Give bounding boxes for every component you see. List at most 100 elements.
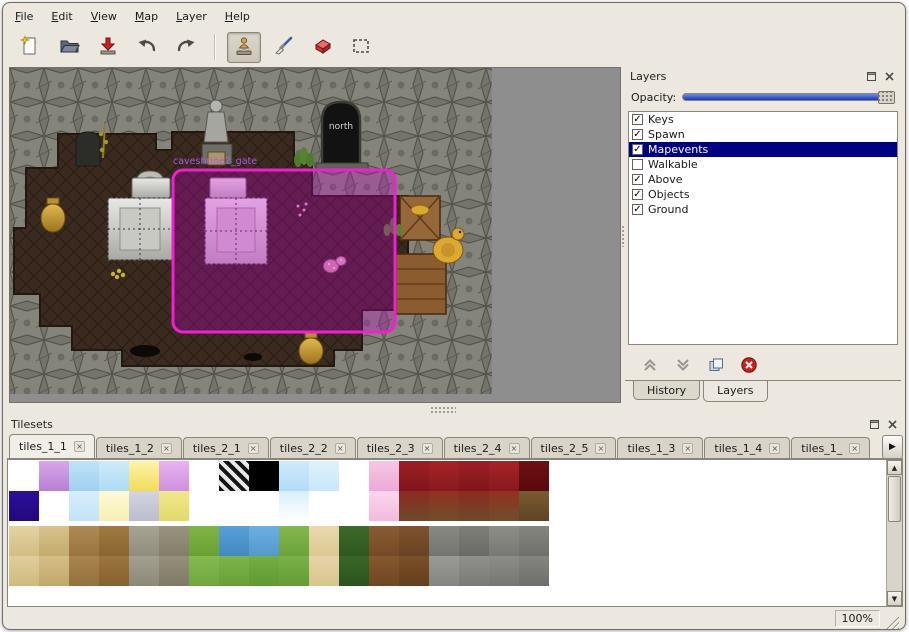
layer-row-objects[interactable]: ✓Objects — [629, 187, 897, 202]
tileset-tile[interactable] — [189, 491, 219, 521]
menu-item-layer[interactable]: Layer — [168, 7, 215, 26]
tileset-tile[interactable] — [459, 461, 489, 491]
tileset-view[interactable]: ▲ ▼ — [7, 459, 903, 607]
tab-close-icon[interactable]: × — [769, 443, 780, 454]
tileset-tile[interactable] — [429, 556, 459, 586]
tileset-tile[interactable] — [459, 491, 489, 521]
tileset-tile[interactable] — [399, 556, 429, 586]
layer-row-spawn[interactable]: ✓Spawn — [629, 127, 897, 142]
tileset-tile[interactable] — [69, 556, 99, 586]
tab-close-icon[interactable]: × — [682, 443, 693, 454]
save-button[interactable] — [91, 32, 125, 63]
opacity-slider[interactable] — [682, 89, 895, 105]
opacity-slider-handle[interactable] — [878, 91, 895, 104]
tileset-tile[interactable] — [39, 491, 69, 521]
scrollbar-thumb[interactable] — [888, 476, 901, 522]
tileset-tile[interactable] — [279, 491, 309, 521]
brush-tool-button[interactable] — [266, 32, 300, 63]
layer-visibility-checkbox[interactable]: ✓ — [632, 174, 643, 185]
tileset-tile[interactable] — [159, 461, 189, 491]
resize-grip[interactable] — [885, 616, 899, 630]
tab-close-icon[interactable]: × — [161, 443, 172, 454]
tileset-tile[interactable] — [219, 491, 249, 521]
tileset-tab-tiles_1_[interactable]: tiles_1_× — [791, 437, 870, 458]
splitter-handle[interactable] — [430, 406, 456, 413]
tileset-tile[interactable] — [459, 526, 489, 556]
tab-close-icon[interactable]: × — [849, 443, 860, 454]
tileset-tile[interactable] — [309, 556, 339, 586]
dock-tab-layers[interactable]: Layers — [703, 381, 767, 402]
dock-tab-history[interactable]: History — [633, 381, 700, 400]
undo-button[interactable] — [130, 32, 164, 63]
tileset-tile[interactable] — [249, 461, 279, 491]
tab-scroll-right-button[interactable]: ▶ — [882, 435, 903, 459]
dock-float-button[interactable] — [864, 69, 878, 83]
map-selection-rect[interactable] — [173, 170, 395, 332]
tileset-tab-tiles_1_3[interactable]: tiles_1_3× — [617, 437, 703, 458]
scrollbar-track[interactable] — [887, 523, 902, 591]
scroll-down-button[interactable]: ▼ — [887, 591, 902, 606]
tileset-tile[interactable] — [369, 556, 399, 586]
layer-row-mapevents[interactable]: ✓Mapevents — [629, 142, 897, 157]
tileset-tile[interactable] — [369, 526, 399, 556]
tileset-tile[interactable] — [369, 491, 399, 521]
tileset-tile[interactable] — [309, 461, 339, 491]
tileset-tile[interactable] — [129, 491, 159, 521]
lower-layer-button[interactable] — [673, 355, 693, 375]
tileset-tile[interactable] — [339, 556, 369, 586]
tileset-tile[interactable] — [279, 556, 309, 586]
tileset-tile[interactable] — [249, 491, 279, 521]
menu-item-file[interactable]: File — [7, 7, 41, 26]
layer-visibility-checkbox[interactable]: ✓ — [632, 129, 643, 140]
delete-layer-button[interactable] — [739, 355, 759, 375]
tileset-tile[interactable] — [429, 526, 459, 556]
tileset-tile[interactable] — [519, 461, 549, 491]
layer-visibility-checkbox[interactable]: ✓ — [632, 204, 643, 215]
tileset-tile[interactable] — [519, 526, 549, 556]
tileset-tile[interactable] — [9, 491, 39, 521]
tileset-tile[interactable] — [69, 461, 99, 491]
layer-visibility-checkbox[interactable] — [632, 159, 643, 170]
layer-row-walkable[interactable]: Walkable — [629, 157, 897, 172]
tileset-tile[interactable] — [249, 556, 279, 586]
layer-row-keys[interactable]: ✓Keys — [629, 112, 897, 127]
tileset-tab-tiles_2_3[interactable]: tiles_2_3× — [357, 437, 443, 458]
tileset-tile[interactable] — [189, 526, 219, 556]
tileset-tab-tiles_1_1[interactable]: tiles_1_1× — [9, 434, 95, 459]
tileset-tile[interactable] — [159, 556, 189, 586]
tileset-tile[interactable] — [39, 526, 69, 556]
tileset-tile[interactable] — [69, 526, 99, 556]
layer-visibility-checkbox[interactable]: ✓ — [632, 114, 643, 125]
select-tool-button[interactable] — [344, 32, 378, 63]
tileset-tile[interactable] — [279, 526, 309, 556]
eraser-tool-button[interactable] — [305, 32, 339, 63]
tileset-tile[interactable] — [99, 461, 129, 491]
tileset-tile[interactable] — [219, 526, 249, 556]
tileset-tile[interactable] — [489, 526, 519, 556]
tileset-tile[interactable] — [459, 556, 489, 586]
tileset-tile[interactable] — [249, 526, 279, 556]
tileset-tile[interactable] — [129, 461, 159, 491]
open-button[interactable] — [52, 32, 86, 63]
tileset-tab-tiles_2_5[interactable]: tiles_2_5× — [531, 437, 617, 458]
layer-visibility-checkbox[interactable]: ✓ — [632, 144, 643, 155]
tab-close-icon[interactable]: × — [509, 443, 520, 454]
map-canvas[interactable]: caveshrine2_gate north — [9, 67, 621, 403]
tileset-tile[interactable] — [99, 526, 129, 556]
tileset-tile[interactable] — [369, 461, 399, 491]
dock-float-button[interactable] — [867, 417, 881, 431]
tileset-tile[interactable] — [399, 491, 429, 521]
tileset-tile[interactable] — [99, 491, 129, 521]
menu-item-help[interactable]: Help — [217, 7, 258, 26]
redo-button[interactable] — [169, 32, 203, 63]
horizontal-splitter[interactable] — [6, 403, 904, 415]
layer-row-ground[interactable]: ✓Ground — [629, 202, 897, 217]
tileset-tile[interactable] — [219, 556, 249, 586]
tileset-tile[interactable] — [519, 556, 549, 586]
tileset-tab-tiles_2_2[interactable]: tiles_2_2× — [270, 437, 356, 458]
layer-row-above[interactable]: ✓Above — [629, 172, 897, 187]
tileset-tile[interactable] — [279, 461, 309, 491]
tileset-tile[interactable] — [39, 556, 69, 586]
tileset-tile[interactable] — [159, 491, 189, 521]
tileset-tile[interactable] — [399, 526, 429, 556]
